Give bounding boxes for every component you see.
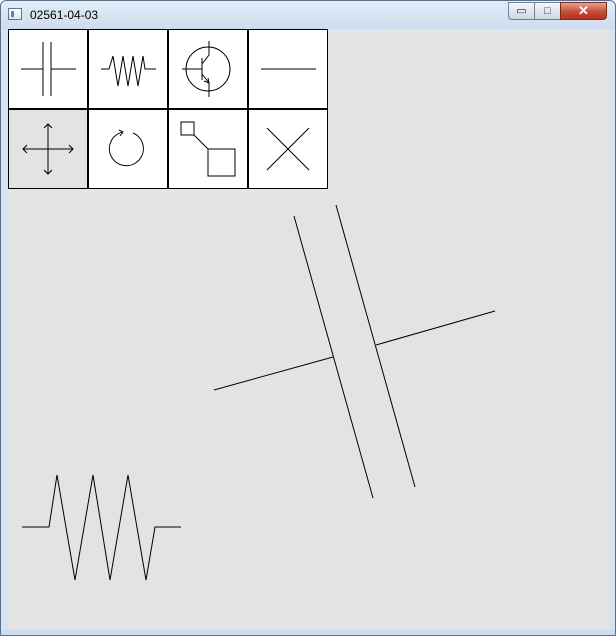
window-bottom-border bbox=[1, 630, 615, 635]
maximize-button[interactable]: □ bbox=[534, 2, 561, 20]
window-title: 02561-04-03 bbox=[30, 8, 99, 22]
rotate-tool-button[interactable] bbox=[88, 109, 168, 189]
tool-palette bbox=[8, 29, 329, 190]
wire-icon bbox=[261, 68, 316, 70]
capacitor-lead-right[interactable] bbox=[375, 310, 496, 346]
wire-tool-button[interactable] bbox=[248, 29, 328, 109]
delete-tool-button[interactable] bbox=[248, 109, 328, 189]
canvas-capacitor[interactable] bbox=[213, 204, 496, 499]
rotate-icon bbox=[108, 129, 144, 167]
connect-icon bbox=[180, 121, 236, 177]
drawing-area[interactable] bbox=[8, 29, 609, 630]
resistor-icon bbox=[101, 55, 156, 87]
connect-tool-button[interactable] bbox=[168, 109, 248, 189]
application-window: 02561-04-03 ▭ □ ✕ bbox=[0, 0, 616, 636]
capacitor-plate-right[interactable] bbox=[335, 204, 416, 488]
resistor-zigzag[interactable] bbox=[22, 474, 181, 581]
move-arrows-icon bbox=[22, 123, 74, 175]
capacitor-icon bbox=[21, 42, 76, 96]
capacitor-plate-left[interactable] bbox=[293, 215, 374, 499]
delete-x-icon bbox=[266, 127, 310, 171]
canvas-resistor[interactable] bbox=[22, 474, 181, 581]
minimize-button[interactable]: ▭ bbox=[508, 2, 535, 20]
capacitor-tool-button[interactable] bbox=[8, 29, 88, 109]
resistor-tool-button[interactable] bbox=[88, 29, 168, 109]
app-icon[interactable] bbox=[8, 8, 22, 20]
title-bar[interactable]: 02561-04-03 ▭ □ ✕ bbox=[1, 1, 615, 29]
capacitor-lead-left[interactable] bbox=[213, 356, 334, 391]
move-tool-button[interactable] bbox=[8, 109, 88, 189]
transistor-tool-button[interactable] bbox=[168, 29, 248, 109]
close-button[interactable]: ✕ bbox=[560, 2, 607, 20]
transistor-icon bbox=[182, 41, 231, 97]
